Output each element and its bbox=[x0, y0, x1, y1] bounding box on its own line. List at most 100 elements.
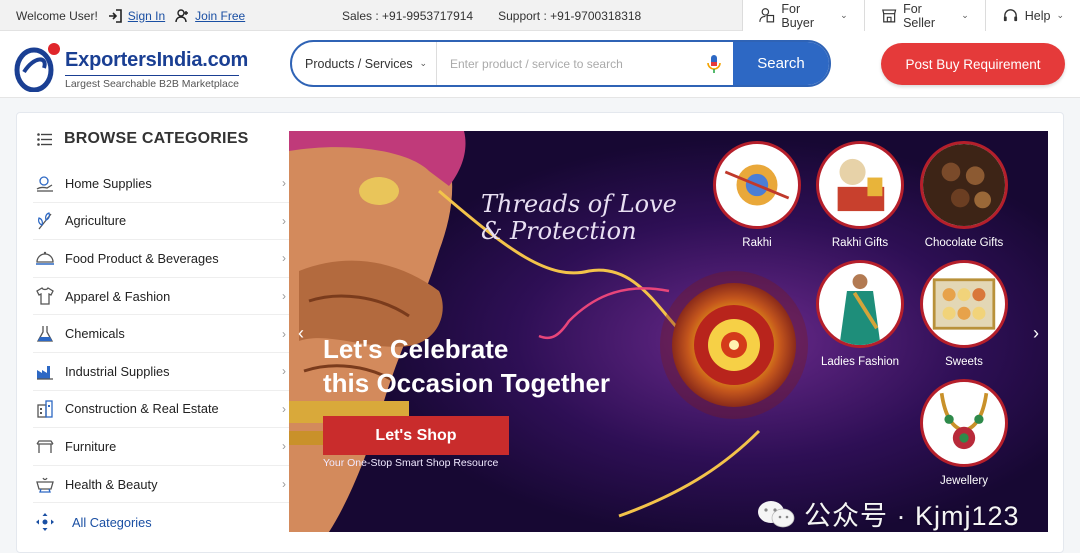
chevron-right-icon: › bbox=[282, 439, 286, 454]
for-buyer-label: For Buyer bbox=[781, 1, 815, 30]
for-seller-dropdown[interactable]: For Seller ⌄ bbox=[863, 0, 985, 31]
category-apparel-fashion[interactable]: Apparel & Fashion › bbox=[33, 278, 290, 316]
browse-categories-title: BROWSE CATEGORIES bbox=[64, 130, 249, 147]
chevron-down-icon: ⌄ bbox=[840, 10, 848, 20]
tile-label: Rakhi Gifts bbox=[831, 237, 889, 249]
agriculture-icon bbox=[38, 212, 52, 230]
category-industrial-supplies[interactable]: Industrial Supplies › bbox=[33, 353, 290, 391]
rakhi-gifts-thumbnail bbox=[816, 141, 904, 229]
rakhi-thumbnail bbox=[713, 141, 801, 229]
top-utility-bar: Welcome User! Sign In Join Free Sales : … bbox=[0, 0, 1080, 31]
watermark: 公众号 · Kjmj123 bbox=[756, 494, 1020, 533]
search-category-select[interactable]: Products / Services ⌄ bbox=[292, 42, 437, 85]
list-menu-icon bbox=[37, 132, 52, 146]
help-dropdown[interactable]: Help ⌄ bbox=[984, 0, 1080, 31]
sweets-thumbnail bbox=[920, 260, 1008, 348]
chevron-down-icon: ⌄ bbox=[1056, 10, 1064, 20]
microphone-icon[interactable] bbox=[705, 54, 723, 74]
post-buy-requirement-button[interactable]: Post Buy Requirement bbox=[881, 43, 1065, 85]
category-label: Home Supplies bbox=[65, 175, 152, 191]
category-label: Construction & Real Estate bbox=[65, 401, 219, 417]
brand-tagline: Largest Searchable B2B Marketplace bbox=[65, 75, 239, 90]
brand-name: ExportersIndia.com bbox=[65, 49, 249, 71]
lets-shop-button[interactable]: Let's Shop bbox=[323, 416, 509, 455]
all-categories-link[interactable]: All Categories bbox=[33, 503, 290, 541]
carousel-next-arrow[interactable]: › bbox=[1024, 319, 1048, 347]
banner-tagline: Threads of Love & Protection bbox=[481, 191, 677, 245]
tile-label: Rakhi bbox=[742, 237, 772, 249]
banner-headline: Let's Celebrate this Occasion Together bbox=[323, 332, 610, 400]
tagline-line-2: & Protection bbox=[481, 217, 637, 245]
chevron-right-icon: › bbox=[282, 213, 286, 228]
for-buyer-dropdown[interactable]: For Buyer ⌄ bbox=[742, 0, 864, 31]
chemicals-icon bbox=[36, 325, 54, 342]
ladies-fashion-thumbnail bbox=[816, 260, 904, 348]
chocolate-gifts-thumbnail bbox=[920, 141, 1008, 229]
category-label: Health & Beauty bbox=[65, 476, 158, 492]
furniture-icon bbox=[36, 440, 54, 454]
all-categories-icon bbox=[36, 513, 54, 532]
search-button[interactable]: Search bbox=[733, 42, 829, 85]
browse-categories: BROWSE CATEGORIES Home Supplies › Agricu… bbox=[33, 113, 290, 541]
industrial-icon bbox=[37, 366, 53, 380]
wechat-icon bbox=[758, 500, 795, 527]
buyer-icon bbox=[759, 8, 775, 23]
carousel-prev-arrow[interactable]: ‹ bbox=[289, 319, 313, 347]
support-number: Support : +91-9700318318 bbox=[498, 8, 642, 23]
tile-rakhi-gifts[interactable]: Rakhi Gifts bbox=[810, 141, 910, 249]
tile-label: Jewellery bbox=[940, 475, 988, 487]
sales-number: Sales : +91-9953717914 bbox=[342, 8, 474, 23]
category-construction-real-estate[interactable]: Construction & Real Estate › bbox=[33, 391, 290, 429]
join-free-icon bbox=[175, 8, 189, 22]
category-label: Agriculture bbox=[65, 213, 127, 229]
category-chemicals[interactable]: Chemicals › bbox=[33, 315, 290, 353]
promo-banner[interactable]: Threads of Love & Protection Let's Celeb… bbox=[289, 131, 1048, 532]
construction-icon bbox=[37, 400, 53, 418]
tile-label: Sweets bbox=[945, 356, 983, 368]
category-home-supplies[interactable]: Home Supplies › bbox=[33, 165, 290, 203]
jewellery-thumbnail bbox=[920, 379, 1008, 467]
chevron-right-icon: › bbox=[282, 401, 286, 416]
category-label: Apparel & Fashion bbox=[65, 288, 171, 304]
home-supplies-icon bbox=[36, 176, 53, 192]
tile-label: Ladies Fashion bbox=[821, 356, 899, 368]
headset-icon bbox=[1003, 9, 1017, 22]
account-links: Welcome User! Sign In Join Free bbox=[16, 0, 245, 31]
chevron-down-icon: ⌄ bbox=[961, 10, 969, 20]
welcome-text: Welcome User! bbox=[16, 8, 98, 23]
site-header: ExportersIndia.com Largest Searchable B2… bbox=[0, 31, 1080, 98]
category-label: Chemicals bbox=[65, 326, 125, 342]
banner-subtext: Your One-Stop Smart Shop Resource bbox=[323, 457, 499, 469]
logo-e-mark bbox=[14, 43, 60, 92]
tile-chocolate-gifts[interactable]: Chocolate Gifts bbox=[914, 141, 1014, 249]
browse-categories-header: BROWSE CATEGORIES bbox=[33, 113, 290, 165]
tile-sweets[interactable]: Sweets bbox=[914, 260, 1014, 368]
tile-ladies-fashion[interactable]: Ladies Fashion bbox=[810, 260, 910, 368]
for-seller-label: For Seller bbox=[903, 1, 936, 30]
chevron-right-icon: › bbox=[282, 176, 286, 191]
search-field-wrap bbox=[437, 42, 733, 85]
chevron-right-icon: › bbox=[282, 326, 286, 341]
category-agriculture[interactable]: Agriculture › bbox=[33, 203, 290, 241]
category-label: Food Product & Beverages bbox=[65, 250, 219, 266]
category-health-beauty[interactable]: Health & Beauty › bbox=[33, 466, 290, 504]
category-label: Furniture bbox=[65, 438, 117, 454]
sign-in-link[interactable]: Sign In bbox=[128, 9, 165, 23]
join-free-link[interactable]: Join Free bbox=[195, 9, 245, 23]
all-categories-label: All Categories bbox=[72, 514, 152, 530]
category-label: Industrial Supplies bbox=[65, 363, 170, 379]
search-category-value: Products / Services bbox=[305, 56, 413, 71]
site-logo[interactable]: ExportersIndia.com Largest Searchable B2… bbox=[14, 38, 254, 94]
search-input[interactable] bbox=[437, 42, 733, 85]
tagline-line-1: Threads of Love bbox=[481, 190, 677, 218]
health-icon bbox=[36, 477, 54, 493]
tile-rakhi[interactable]: Rakhi bbox=[707, 141, 807, 249]
chevron-right-icon: › bbox=[282, 364, 286, 379]
chevron-down-icon: ⌄ bbox=[419, 58, 427, 68]
apparel-icon bbox=[36, 287, 54, 305]
category-food-beverages[interactable]: Food Product & Beverages › bbox=[33, 240, 290, 278]
category-furniture[interactable]: Furniture › bbox=[33, 428, 290, 466]
tile-label: Chocolate Gifts bbox=[924, 237, 1004, 249]
tile-jewellery[interactable]: Jewellery bbox=[914, 379, 1014, 487]
food-icon bbox=[36, 252, 54, 266]
